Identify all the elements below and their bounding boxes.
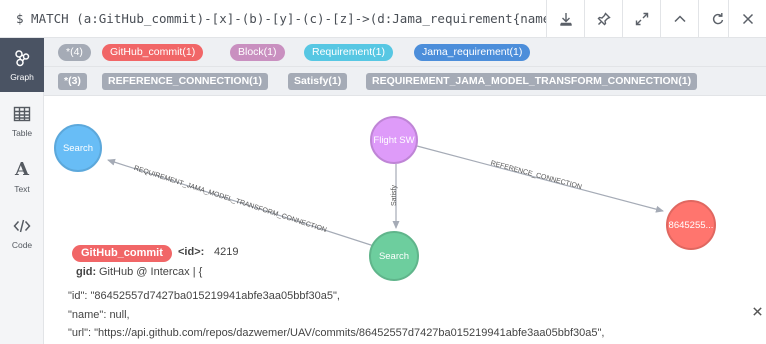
graph-icon [15, 50, 30, 67]
pin-icon[interactable] [584, 0, 622, 38]
view-text-label: Text [14, 184, 30, 194]
view-text-button[interactable]: A Text [0, 150, 44, 204]
download-icon[interactable] [546, 0, 584, 38]
graph-node[interactable]: Search [369, 231, 419, 281]
query-text[interactable]: $ MATCH (a:GitHub_commit)-[x]-(b)-[y]-(c… [16, 11, 546, 29]
view-code-label: Code [11, 240, 33, 250]
chevron-up-icon[interactable] [660, 0, 698, 38]
text-icon: A [15, 159, 29, 180]
label-jama-requirement-pill[interactable]: Jama_requirement(1) [414, 44, 531, 61]
node-caption: Flight SW [373, 134, 415, 146]
view-sidebar: Graph Table A Text Code [0, 38, 44, 344]
label-block-pill[interactable]: Block(1) [230, 44, 285, 61]
query-bar: $ MATCH (a:GitHub_commit)-[x]-(b)-[y]-(c… [0, 0, 766, 38]
label-github-commit-pill[interactable]: GitHub_commit(1) [102, 44, 204, 61]
property-line: "id": "86452557d7427ba015219941abfe3aa05… [68, 290, 340, 302]
label-requirement-pill[interactable]: Requirement(1) [304, 44, 393, 61]
view-table-label: Table [11, 128, 33, 138]
inspector-id-value: 4219 [214, 246, 239, 258]
view-graph-button[interactable]: Graph [0, 38, 44, 92]
inspector-close-icon[interactable] [749, 303, 765, 319]
code-icon [13, 219, 31, 233]
node-caption: 8645255... [668, 219, 714, 231]
inspector-gid-label: gid: [76, 266, 97, 278]
graph-node[interactable]: Flight SW [370, 116, 418, 164]
node-caption: Search [378, 250, 410, 262]
inspector-label-badge: GitHub_commit [72, 245, 172, 262]
rel-reference-connection-tag[interactable]: REFERENCE_CONNECTION(1) [102, 73, 269, 90]
property-line: "name": null, [68, 309, 130, 321]
view-graph-label: Graph [10, 72, 34, 82]
rel-satisfy-tag[interactable]: Satisfy(1) [288, 73, 348, 90]
label-all-pill[interactable]: *(4) [58, 44, 91, 61]
property-line: "url": "https://api.github.com/repos/daz… [68, 327, 605, 339]
view-table-button[interactable]: Table [0, 94, 44, 148]
close-icon[interactable] [728, 0, 766, 38]
relationship-type-legend: *(3) REFERENCE_CONNECTION(1) Satisfy(1) … [44, 67, 766, 96]
edge-label-satisfy: Satisfy [391, 184, 399, 207]
table-icon [13, 106, 31, 122]
expand-icon[interactable] [622, 0, 660, 38]
graph-node[interactable]: 8645255... [666, 200, 716, 250]
inspector-gid-value: GitHub @ Intercax | { [99, 266, 203, 278]
node-label-legend: *(4) GitHub_commit(1) Block(1) Requireme… [44, 38, 766, 67]
view-code-button[interactable]: Code [0, 206, 44, 260]
inspector-id-label: <id>: [178, 246, 205, 258]
rel-all-tag[interactable]: *(3) [58, 73, 87, 90]
rel-transform-connection-tag[interactable]: REQUIREMENT_JAMA_MODEL_TRANSFORM_CONNECT… [366, 73, 698, 90]
node-caption: Search [62, 142, 94, 154]
graph-node[interactable]: Search [54, 124, 102, 172]
node-inspector: GitHub_commit <id>: 4219 gid: GitHub @ I… [66, 236, 270, 290]
inspector-properties: "id": "86452557d7427ba015219941abfe3aa05… [44, 288, 748, 344]
